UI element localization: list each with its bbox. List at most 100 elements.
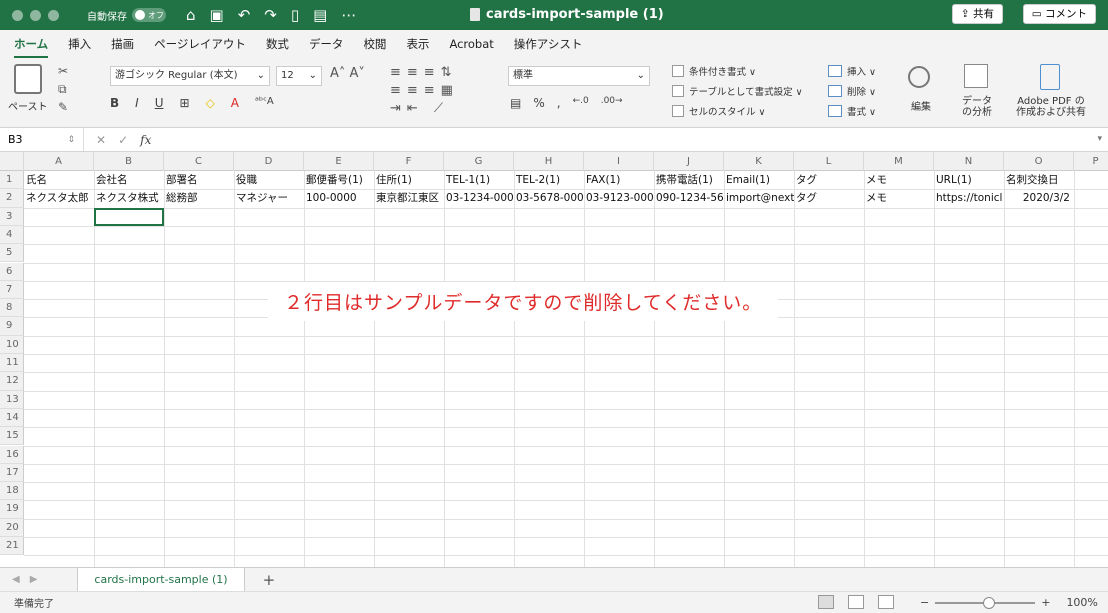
zoom-out-icon[interactable]: − <box>920 596 929 609</box>
row-header[interactable]: 1 <box>0 171 24 190</box>
row-header[interactable]: 13 <box>0 390 24 409</box>
column-header[interactable]: C <box>164 152 234 171</box>
find-icon[interactable] <box>908 66 930 88</box>
row-header[interactable]: 19 <box>0 500 24 519</box>
ribbon-tab[interactable]: 挿入 <box>68 32 91 56</box>
table-format-button[interactable]: テーブルとして書式設定 ∨ <box>672 84 803 98</box>
more-icon[interactable]: ⋯ <box>341 6 356 24</box>
row-header[interactable]: 17 <box>0 463 24 483</box>
column-header[interactable]: F <box>374 152 444 171</box>
format-cells-button[interactable]: 書式 ∨ <box>828 104 876 118</box>
cell[interactable]: 100-0000 <box>304 189 374 207</box>
cell[interactable]: TEL-2(1) <box>514 171 584 189</box>
home-icon[interactable]: ⌂ <box>186 6 196 24</box>
row-header[interactable]: 3 <box>0 207 24 226</box>
cell-style-button[interactable]: セルのスタイル ∨ <box>672 104 765 118</box>
column-header[interactable]: B <box>94 152 164 171</box>
cell[interactable]: メモ <box>864 189 934 207</box>
select-all-corner[interactable] <box>0 152 24 171</box>
share-button[interactable]: ⇪ 共有 <box>951 4 1003 24</box>
insert-cells-button[interactable]: 挿入 ∨ <box>828 64 876 78</box>
chevron-updown-icon[interactable]: ⇕ <box>67 128 75 152</box>
ribbon-tab[interactable]: 校閲 <box>363 32 386 56</box>
autosave-control[interactable]: 自動保存 オフ <box>87 8 166 23</box>
row-header[interactable]: 4 <box>0 225 24 245</box>
phonetic-icon[interactable]: ᵃᵇᶜA <box>255 96 274 110</box>
cell[interactable]: 03-5678-000 <box>514 189 584 207</box>
adobe-pdf-icon[interactable] <box>1040 64 1060 90</box>
cell[interactable]: 03-1234-000 <box>444 189 514 207</box>
add-sheet-button[interactable]: + <box>263 571 276 589</box>
column-header[interactable]: G <box>444 152 514 171</box>
cell[interactable]: TEL-1(1) <box>444 171 514 189</box>
cell[interactable]: 住所(1) <box>374 171 444 189</box>
print-icon[interactable]: ▤ <box>313 6 327 24</box>
row-header[interactable]: 12 <box>0 372 24 391</box>
cell[interactable]: 部署名 <box>164 171 234 189</box>
cell[interactable]: 2020/3/2 <box>1004 189 1074 207</box>
italic-button[interactable]: I <box>135 96 139 110</box>
cell[interactable]: ネクスタ株式 <box>94 189 164 207</box>
cell[interactable]: タグ <box>794 171 864 189</box>
column-header[interactable]: A <box>24 152 94 171</box>
undo-icon[interactable]: ↶ <box>238 6 251 24</box>
zoom-in-icon[interactable]: + <box>1041 596 1050 609</box>
ribbon-tab[interactable]: Acrobat <box>449 33 493 55</box>
next-sheet-icon[interactable]: ▶ <box>30 574 38 585</box>
cell[interactable]: 役職 <box>234 171 304 189</box>
cell[interactable]: 氏名 <box>24 171 94 189</box>
cell[interactable]: 名刺交換日 <box>1004 171 1074 189</box>
font-color-icon[interactable]: A <box>231 96 239 110</box>
adobe-pdf-label[interactable]: Adobe PDF の作成および共有 <box>1016 96 1086 118</box>
row-header[interactable]: 8 <box>0 299 24 318</box>
row-header[interactable]: 7 <box>0 280 24 300</box>
border-icon[interactable]: ⊞ <box>180 96 190 110</box>
fill-color-icon[interactable]: ◇ <box>206 96 215 110</box>
increase-decimal-icon[interactable]: ←.0 <box>573 96 589 110</box>
save-icon[interactable]: ▣ <box>210 6 224 24</box>
function-icon[interactable]: fx <box>140 133 151 147</box>
cell[interactable]: 会社名 <box>94 171 164 189</box>
row-header[interactable]: 6 <box>0 262 24 281</box>
column-header[interactable]: H <box>514 152 584 171</box>
window-controls[interactable] <box>12 9 59 21</box>
ribbon-tab[interactable]: ページレイアウト <box>154 32 246 56</box>
page-layout-view-icon[interactable] <box>848 595 864 609</box>
column-header[interactable]: K <box>724 152 794 171</box>
paste-icon[interactable] <box>14 64 42 94</box>
font-size-select[interactable]: 12 ⌄ <box>276 66 322 86</box>
cell[interactable]: 東京都江東区 <box>374 189 444 207</box>
column-header[interactable]: J <box>654 152 724 171</box>
row-header[interactable]: 15 <box>0 427 24 446</box>
column-header[interactable]: E <box>304 152 374 171</box>
column-header[interactable]: M <box>864 152 934 171</box>
row-header[interactable]: 5 <box>0 244 24 263</box>
alignment-group[interactable]: ≡≡≡⇅ ≡≡≡▦ ⇥⇤ ⟋ <box>390 64 490 118</box>
comma-icon[interactable]: , <box>557 96 561 110</box>
name-box[interactable]: B3 ⇕ <box>0 128 84 151</box>
minimize-window-button[interactable] <box>30 9 41 21</box>
delete-cells-button[interactable]: 削除 ∨ <box>828 84 876 98</box>
data-analysis-label[interactable]: データ の分析 <box>962 96 992 118</box>
active-cell[interactable] <box>94 207 164 226</box>
format-painter-icon[interactable]: ✎ <box>58 100 68 114</box>
confirm-icon[interactable]: ✓ <box>118 133 128 147</box>
cancel-icon[interactable]: ✕ <box>96 133 106 147</box>
zoom-slider[interactable] <box>935 596 1036 609</box>
row-header[interactable]: 14 <box>0 408 24 428</box>
ribbon-tab[interactable]: 操作アシスト <box>514 32 583 56</box>
expand-formula-icon[interactable]: ▾ <box>1097 134 1102 144</box>
maximize-window-button[interactable] <box>48 9 59 21</box>
cell[interactable]: ネクスタ太郎 <box>24 189 94 207</box>
ribbon-tab[interactable]: ホーム <box>14 32 49 59</box>
cell[interactable]: FAX(1) <box>584 171 654 189</box>
normal-view-icon[interactable] <box>818 595 834 609</box>
row-header[interactable]: 20 <box>0 518 24 537</box>
spreadsheet-grid[interactable]: ABCDEFGHIJKLMNOP 1 2 3 4 5 6 7 8 9 10 11 12 13 14 15 16… <box>0 152 1108 567</box>
row-header[interactable]: 10 <box>0 335 24 354</box>
bold-button[interactable]: B <box>110 96 119 110</box>
column-header[interactable]: N <box>934 152 1004 171</box>
conditional-format-button[interactable]: 条件付き書式 ∨ <box>672 64 756 78</box>
cell[interactable]: 総務部 <box>164 189 234 207</box>
underline-button[interactable]: U <box>155 96 164 110</box>
